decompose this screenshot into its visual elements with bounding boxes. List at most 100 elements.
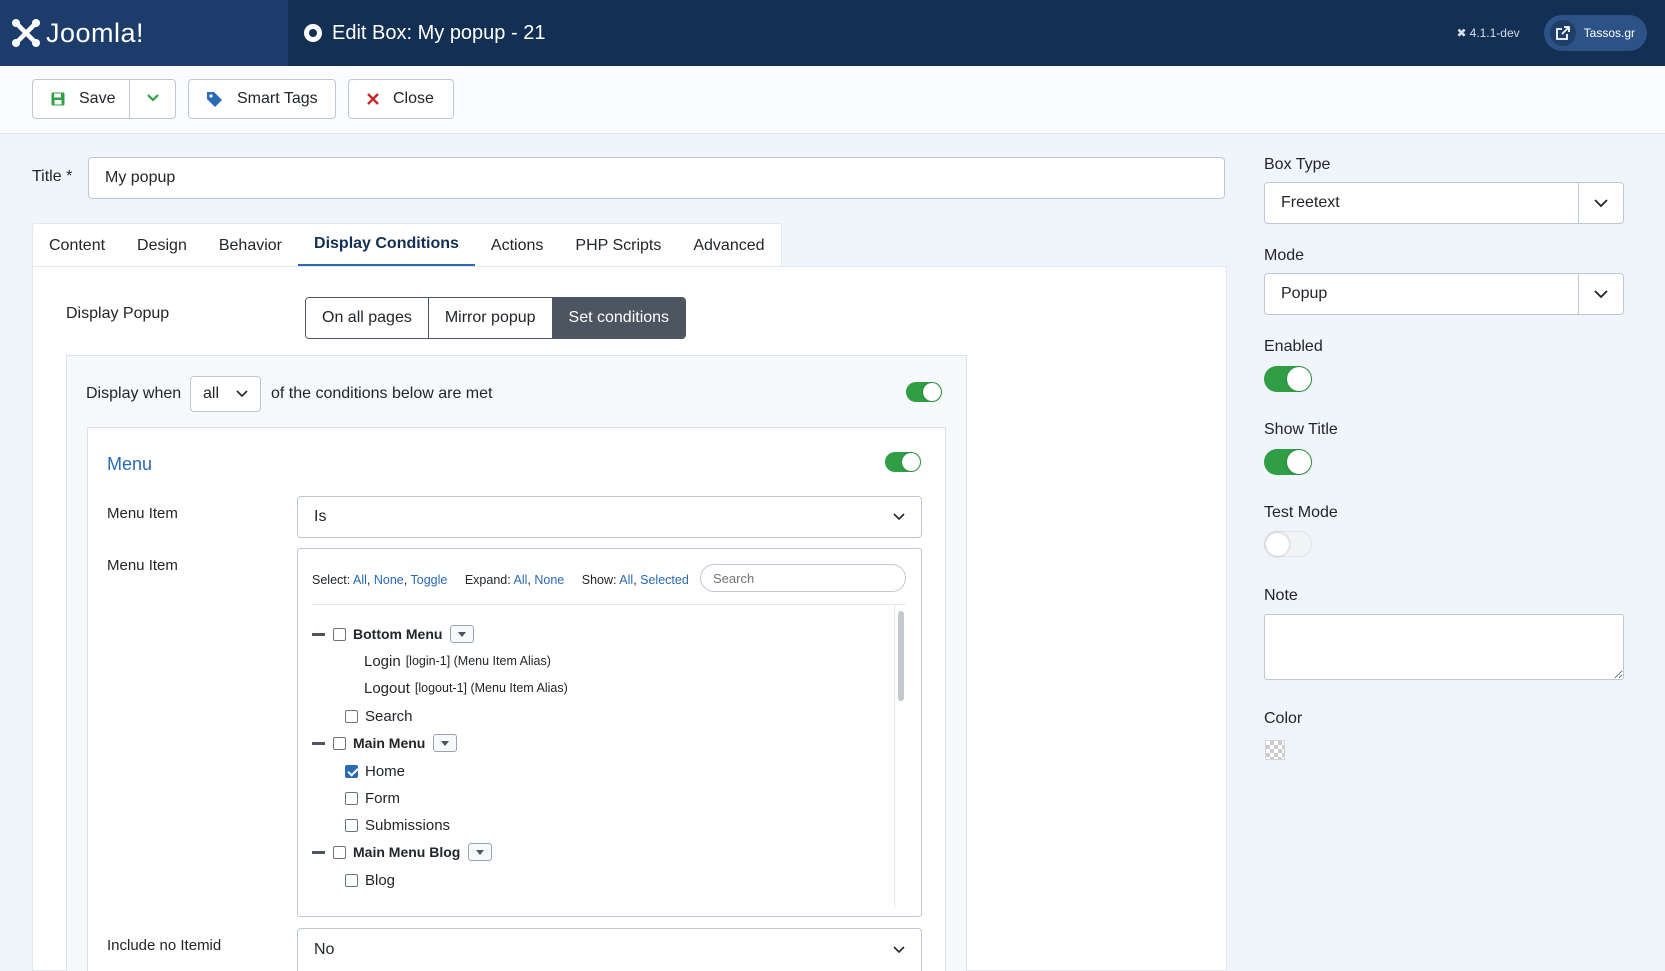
caret-down-icon[interactable] bbox=[450, 625, 475, 643]
brand-name: Joomla! bbox=[46, 17, 145, 48]
tree-group-main-menu-blog: Main Menu Blog bbox=[312, 839, 493, 865]
color-label: Color bbox=[1264, 710, 1303, 727]
menu-item-operator-select[interactable]: Is bbox=[297, 496, 922, 538]
checkbox[interactable] bbox=[333, 736, 346, 750]
checkbox-checked[interactable] bbox=[345, 764, 358, 778]
collapse-icon[interactable] bbox=[312, 850, 325, 854]
tab-content[interactable]: Content bbox=[33, 224, 121, 267]
checkbox[interactable] bbox=[333, 627, 346, 641]
operator-value: Is bbox=[314, 508, 327, 525]
site-link-label: Tassos.gr bbox=[1583, 26, 1635, 40]
close-label: Close bbox=[393, 90, 434, 107]
checkbox[interactable] bbox=[333, 845, 346, 859]
site-link-button[interactable]: Tassos.gr bbox=[1543, 15, 1647, 51]
smart-tags-label: Smart Tags bbox=[237, 90, 318, 107]
tree-item-logout: Logout [logout-1] (Menu Item Alias) bbox=[364, 675, 568, 701]
chevron-down-icon bbox=[1578, 274, 1623, 314]
show-title-label: Show Title bbox=[1264, 421, 1338, 438]
mode-select[interactable]: Popup bbox=[1264, 273, 1624, 315]
match-select[interactable]: all bbox=[190, 376, 261, 412]
save-dropdown-button[interactable] bbox=[129, 79, 176, 119]
page-title: Edit Box: My popup - 21 bbox=[304, 22, 545, 45]
collapse-icon[interactable] bbox=[312, 632, 325, 636]
external-link-icon bbox=[1549, 20, 1576, 46]
tab-actions[interactable]: Actions bbox=[475, 224, 559, 267]
smart-tags-button[interactable]: Smart Tags bbox=[188, 79, 336, 119]
tree-list: Bottom Menu Login [login-1] (Menu Item A… bbox=[298, 605, 888, 916]
mode-value: Popup bbox=[1281, 285, 1328, 302]
show-all-link[interactable]: All bbox=[619, 573, 633, 587]
select-label: Select: bbox=[312, 573, 351, 587]
tree-item-label: Form bbox=[365, 789, 400, 807]
tab-display-conditions[interactable]: Display Conditions bbox=[298, 224, 475, 267]
menu-condition-title: Menu bbox=[107, 454, 153, 474]
collapse-icon[interactable] bbox=[312, 741, 325, 745]
caret-down-icon[interactable] bbox=[468, 843, 493, 861]
select-controls: Select: All, None, Toggle bbox=[312, 573, 448, 587]
conditions-enabled-toggle[interactable] bbox=[906, 382, 942, 402]
tab-behavior[interactable]: Behavior bbox=[203, 224, 298, 267]
note-textarea[interactable] bbox=[1264, 614, 1624, 680]
tree-item-label: Submissions bbox=[365, 816, 451, 834]
chevron-down-icon bbox=[146, 90, 160, 108]
tag-icon bbox=[206, 91, 223, 108]
tab-php-scripts[interactable]: PHP Scripts bbox=[559, 224, 677, 267]
tree-item-label: Login bbox=[364, 652, 401, 670]
close-icon bbox=[367, 93, 379, 105]
checkbox[interactable] bbox=[345, 818, 358, 832]
tree-group-main-menu: Main Menu bbox=[312, 730, 458, 756]
include-no-itemid-label: Include no Itemid bbox=[107, 937, 222, 954]
tree-group-label: Main Menu bbox=[353, 735, 426, 751]
tab-design[interactable]: Design bbox=[121, 224, 203, 267]
checkbox[interactable] bbox=[345, 873, 358, 887]
chevron-down-icon bbox=[893, 508, 905, 526]
menu-condition-toggle[interactable] bbox=[885, 452, 921, 472]
title-label: Title * bbox=[32, 168, 73, 185]
select-none-link[interactable]: None bbox=[374, 573, 404, 587]
caret-down-icon[interactable] bbox=[433, 734, 458, 752]
display-when-tail: of the conditions below are met bbox=[271, 385, 493, 402]
joomla-small-icon: ✖ bbox=[1456, 26, 1467, 40]
tree-item-blog: Blog bbox=[345, 867, 395, 893]
save-label: Save bbox=[79, 90, 116, 107]
display-when-label: Display when bbox=[86, 385, 182, 402]
show-selected-link[interactable]: Selected bbox=[640, 573, 689, 587]
select-toggle-link[interactable]: Toggle bbox=[411, 573, 448, 587]
display-popup-toggle-group: On all pages Mirror popup Set conditions bbox=[305, 297, 687, 339]
box-type-select[interactable]: Freetext bbox=[1264, 182, 1624, 224]
test-mode-toggle[interactable] bbox=[1264, 531, 1312, 557]
note-label: Note bbox=[1264, 587, 1298, 604]
tree-toolbar: Select: All, None, Toggle Expand: All, N… bbox=[312, 573, 703, 587]
page-title-text: Edit Box: My popup - 21 bbox=[332, 21, 546, 44]
option-mirror-popup[interactable]: Mirror popup bbox=[428, 298, 553, 338]
record-icon bbox=[304, 24, 322, 42]
box-type-label: Box Type bbox=[1264, 156, 1331, 173]
checkbox[interactable] bbox=[345, 709, 358, 723]
header-right: ✖ 4.1.1-dev Tassos.gr bbox=[1457, 0, 1647, 66]
menu-item-tree: Select: All, None, Toggle Expand: All, N… bbox=[297, 548, 922, 917]
show-title-toggle[interactable] bbox=[1264, 449, 1312, 475]
tab-bar: Content Design Behavior Display Conditio… bbox=[32, 223, 782, 267]
option-on-all-pages[interactable]: On all pages bbox=[306, 298, 429, 338]
title-input[interactable] bbox=[88, 157, 1225, 199]
tree-item-label: Blog bbox=[365, 871, 396, 889]
checkbox[interactable] bbox=[345, 791, 358, 805]
enabled-toggle[interactable] bbox=[1264, 366, 1312, 392]
include-no-itemid-select[interactable]: No bbox=[297, 928, 922, 971]
tree-scrollbar-thumb[interactable] bbox=[898, 611, 904, 701]
joomla-logo[interactable]: Joomla! bbox=[0, 0, 288, 66]
tree-item-label: Home bbox=[365, 762, 406, 780]
select-all-link[interactable]: All bbox=[353, 573, 367, 587]
tree-item-alias: [login-1] (Menu Item Alias) bbox=[405, 654, 551, 668]
color-picker-swatch[interactable] bbox=[1265, 740, 1285, 760]
expand-none-link[interactable]: None bbox=[534, 573, 564, 587]
display-popup-label: Display Popup bbox=[66, 305, 170, 322]
tab-advanced[interactable]: Advanced bbox=[677, 224, 780, 267]
joomla-logo-icon bbox=[10, 17, 42, 49]
close-button[interactable]: Close bbox=[348, 79, 454, 119]
app-header: Joomla! Edit Box: My popup - 21 ✖ 4.1.1-… bbox=[0, 0, 1665, 66]
option-set-conditions[interactable]: Set conditions bbox=[552, 298, 686, 338]
expand-all-link[interactable]: All bbox=[514, 573, 528, 587]
save-button[interactable]: Save bbox=[32, 79, 130, 119]
tree-search-input[interactable] bbox=[700, 564, 906, 592]
